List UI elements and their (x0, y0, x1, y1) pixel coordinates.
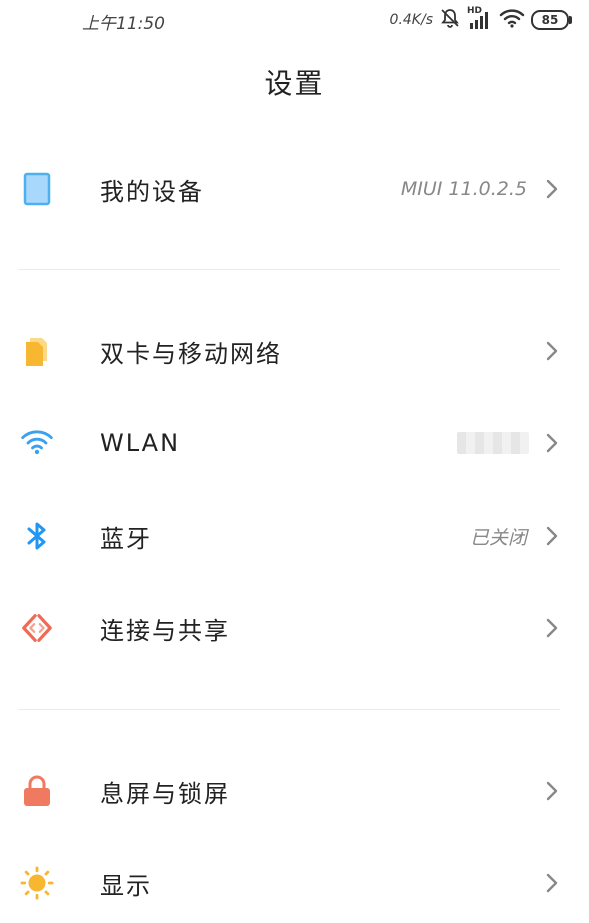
wifi-status-icon (499, 7, 525, 33)
sim-card-icon (20, 334, 54, 368)
chevron-right-icon (541, 779, 563, 803)
cell-signal-icon: HD (467, 6, 493, 31)
settings-item-label: 双卡与移动网络 (100, 339, 282, 368)
wifi-network-name-redacted (457, 432, 529, 454)
settings-item-label: 蓝牙 (100, 524, 152, 553)
battery-indicator: 85 (531, 10, 572, 30)
settings-item-label: 连接与共享 (100, 616, 230, 645)
chevron-right-icon (541, 524, 563, 548)
settings-item-display[interactable]: 显示 (0, 843, 589, 923)
chevron-right-icon (541, 339, 563, 363)
settings-item-wlan[interactable]: WLAN (0, 403, 589, 483)
page-title: 设置 (264, 67, 325, 100)
settings-item-label: 息屏与锁屏 (100, 779, 230, 808)
status-bar: 上午11:50 0.4K/s HD 85 (0, 0, 589, 40)
section-divider (18, 269, 560, 270)
connection-share-icon (20, 611, 54, 645)
status-icons: 0.4K/s HD 85 (389, 6, 572, 33)
settings-item-value: 已关闭 (469, 526, 527, 549)
settings-item-label: 我的设备 (100, 177, 204, 206)
bluetooth-icon (20, 519, 54, 553)
wifi-icon (20, 426, 54, 460)
settings-item-sim-network[interactable]: 双卡与移动网络 (0, 311, 589, 391)
settings-item-label: 显示 (100, 871, 152, 900)
chevron-right-icon (541, 871, 563, 895)
status-time: 上午11:50 (82, 14, 165, 34)
settings-item-value: MIUI 11.0.2.5 (400, 178, 527, 200)
network-speed: 0.4K/s (389, 12, 433, 28)
settings-item-lock-screen[interactable]: 息屏与锁屏 (0, 751, 589, 831)
phone-device-icon (20, 172, 54, 206)
lock-icon (20, 774, 54, 808)
mute-bell-icon (439, 7, 461, 33)
settings-item-label: WLAN (100, 429, 181, 457)
settings-item-bluetooth[interactable]: 蓝牙 已关闭 (0, 496, 589, 576)
sun-display-icon (20, 866, 54, 900)
chevron-right-icon (541, 431, 563, 455)
chevron-right-icon (541, 616, 563, 640)
settings-item-my-device[interactable]: 我的设备 MIUI 11.0.2.5 (0, 149, 589, 229)
settings-item-connection-share[interactable]: 连接与共享 (0, 588, 589, 668)
section-divider (18, 709, 560, 710)
chevron-right-icon (541, 177, 563, 201)
